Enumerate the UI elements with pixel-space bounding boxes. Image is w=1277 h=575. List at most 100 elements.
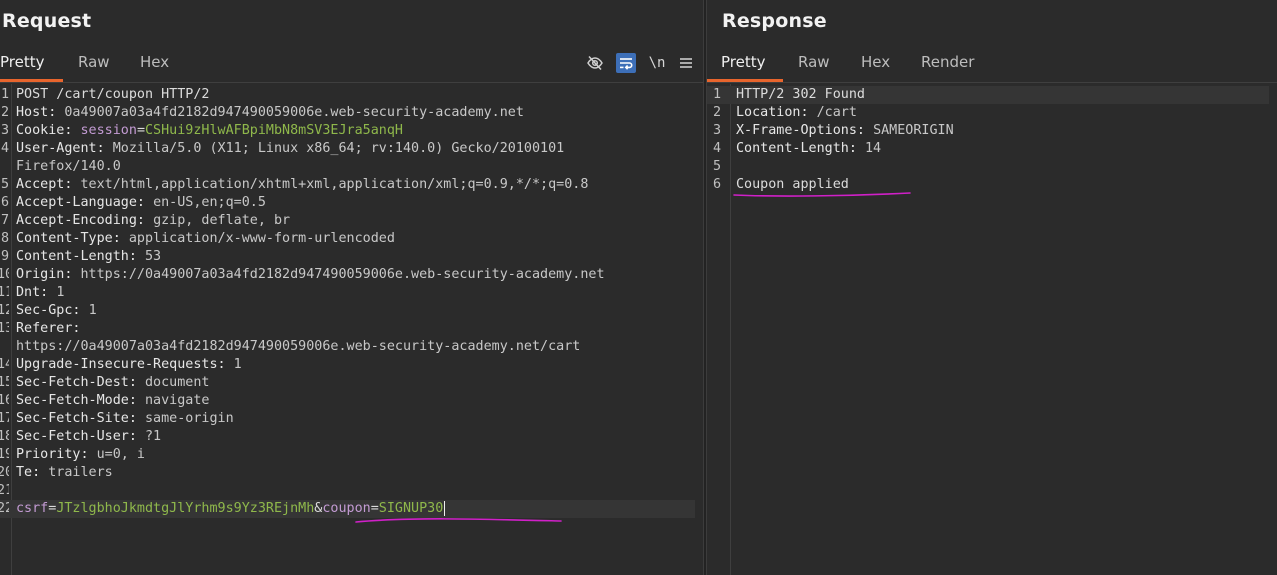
code-token: session: [80, 123, 137, 138]
code-token: Accept-Encoding:: [16, 213, 154, 228]
response-tab-raw[interactable]: Raw: [798, 53, 830, 71]
newline-toggle-icon[interactable]: \n: [647, 53, 667, 73]
line-number: 3: [0, 123, 9, 138]
line-content: POST /cart/coupon HTTP/2: [16, 86, 209, 104]
line-number: 16: [0, 393, 9, 408]
line-content: Sec-Fetch-User: ?1: [16, 428, 161, 446]
line-content: Content-Type: application/x-www-form-url…: [16, 230, 395, 248]
request-code-line[interactable]: 18 Sec-Fetch-User: ?1: [0, 428, 695, 446]
request-code-line[interactable]: 6 Accept-Language: en-US,en;q=0.5: [0, 194, 695, 212]
line-content: Content-Length: 14: [736, 140, 881, 158]
code-token: HTTP/2 302 Found: [736, 87, 865, 102]
request-active-tab-indicator: [0, 79, 63, 82]
code-token: Referer:: [16, 321, 89, 336]
coupon-applied-underline-annotation: [733, 192, 911, 197]
request-code-line[interactable]: 21: [0, 482, 695, 500]
request-code-line[interactable]: 10 Origin: https://0a49007a03a4fd2182d947…: [0, 266, 695, 284]
hide-icon[interactable]: [585, 53, 605, 73]
response-code-line[interactable]: 5: [707, 158, 1269, 176]
code-token: trailers: [48, 465, 113, 480]
code-token: Upgrade-Insecure-Requests:: [16, 357, 234, 372]
response-code-line[interactable]: 2 Location: /cart: [707, 104, 1269, 122]
line-content: Referer:: [16, 320, 89, 338]
request-editor[interactable]: 1 POST /cart/coupon HTTP/2 2 Host: 0a49007a…: [0, 84, 703, 575]
line-content: Sec-Fetch-Mode: navigate: [16, 392, 210, 410]
line-content: Cookie: session=CSHui9zHlwAFBpiMbN8mSV3E…: [16, 122, 403, 140]
request-code-line[interactable]: 16 Sec-Fetch-Mode: navigate: [0, 392, 695, 410]
code-token: Firefox/140.0: [16, 159, 121, 174]
code-token: X-Frame-Options:: [736, 123, 874, 138]
code-token: Content-Type:: [16, 231, 129, 246]
menu-icon[interactable]: [676, 53, 696, 73]
line-number: 15: [0, 375, 9, 390]
line-number: 17: [0, 411, 9, 426]
line-content: Dnt: 1: [16, 284, 64, 302]
response-tab-render[interactable]: Render: [921, 53, 974, 71]
request-code-line[interactable]: 15 Sec-Fetch-Dest: document: [0, 374, 695, 392]
request-code-line[interactable]: 7 Accept-Encoding: gzip, deflate, br: [0, 212, 695, 230]
code-token: Te:: [16, 465, 49, 480]
line-content: Sec-Fetch-Dest: document: [16, 374, 210, 392]
line-number: 2: [0, 105, 9, 120]
response-title: Response: [722, 10, 827, 32]
response-code-line[interactable]: 3 X-Frame-Options: SAMEORIGIN: [707, 122, 1269, 140]
request-code-line[interactable]: 5 Accept: text/html,application/xhtml+xml…: [0, 176, 695, 194]
code-token: Accept:: [16, 177, 81, 192]
request-code-line[interactable]: 20 Te: trailers: [0, 464, 695, 482]
request-code-line[interactable]: 9 Content-Length: 53: [0, 248, 695, 266]
request-code-line[interactable]: 19 Priority: u=0, i: [0, 446, 695, 464]
request-code-line[interactable]: 3 Cookie: session=CSHui9zHlwAFBpiMbN8mSV3…: [0, 122, 695, 140]
request-tab-hex[interactable]: Hex: [140, 53, 169, 71]
request-code-line[interactable]: 13 Referer:: [0, 320, 695, 338]
request-code-line[interactable]: 17 Sec-Fetch-Site: same-origin: [0, 410, 695, 428]
code-token: csrf: [16, 501, 49, 516]
line-number: 6: [0, 195, 9, 210]
request-tab-raw[interactable]: Raw: [78, 53, 110, 71]
code-token: Content-Length:: [16, 249, 145, 264]
response-tab-pretty[interactable]: Pretty: [721, 53, 766, 71]
line-number: 14: [0, 357, 9, 372]
code-token: application/x-www-form-urlencoded: [128, 231, 395, 246]
request-code-line[interactable]: 8 Content-Type: application/x-www-form-ur…: [0, 230, 695, 248]
code-token: JTzlgbhoJkmdtgJlYrhm9s9Yz3REjnMh: [56, 501, 315, 516]
request-code-line[interactable]: 11 Dnt: 1: [0, 284, 695, 302]
request-code-line[interactable]: 4 User-Agent: Mozilla/5.0 (X11; Linux x86…: [0, 140, 695, 158]
line-content: Accept: text/html,application/xhtml+xml,…: [16, 176, 588, 194]
line-number: 11: [0, 285, 9, 300]
wrap-lines-icon[interactable]: [616, 53, 636, 73]
code-token: https://0a49007a03a4fd2182d947490059006e…: [16, 339, 581, 354]
code-token: Accept-Language:: [16, 195, 154, 210]
request-title: Request: [2, 10, 92, 32]
code-token: Priority:: [16, 447, 97, 462]
request-code-line[interactable]: https://0a49007a03a4fd2182d947490059006e…: [0, 338, 695, 356]
code-token: CSHui9zHlwAFBpiMbN8mSV3EJra5anqH: [145, 123, 403, 138]
line-number: 6: [712, 177, 721, 192]
line-content: Sec-Gpc: 1: [16, 302, 97, 320]
response-code-line[interactable]: 1 HTTP/2 302 Found: [707, 86, 1269, 104]
request-code-line[interactable]: 22csrf=JTzlgbhoJkmdtgJlYrhm9s9Yz3REjnMh&…: [0, 500, 695, 518]
line-content: Sec-Fetch-Site: same-origin: [16, 410, 234, 428]
request-code-line[interactable]: 14 Upgrade-Insecure-Requests: 1: [0, 356, 695, 374]
response-tab-hex[interactable]: Hex: [861, 53, 890, 71]
code-token: 1: [233, 357, 242, 372]
line-number: 1: [0, 87, 9, 102]
line-content: Priority: u=0, i: [16, 446, 145, 464]
request-code-line[interactable]: Firefox/140.0: [0, 158, 695, 176]
code-token: text/html,application/xhtml+xml,applicat…: [80, 177, 589, 192]
code-token: gzip, deflate, br: [153, 213, 291, 228]
code-token: same-origin: [145, 411, 234, 426]
request-code-line[interactable]: 1 POST /cart/coupon HTTP/2: [0, 86, 695, 104]
code-token: Content-Length:: [736, 141, 865, 156]
request-code-line[interactable]: 2 Host: 0a49007a03a4fd2182d947490059006e.…: [0, 104, 695, 122]
code-token: u=0, i: [96, 447, 145, 462]
code-token: SAMEORIGIN: [873, 123, 954, 138]
line-content: Firefox/140.0: [16, 158, 121, 176]
code-token: Mozilla/5.0 (X11; Linux x86_64; rv:140.0…: [112, 141, 565, 156]
response-code-line[interactable]: 4 Content-Length: 14: [707, 140, 1269, 158]
line-content: Upgrade-Insecure-Requests: 1: [16, 356, 242, 374]
line-number: 13: [0, 321, 9, 336]
request-code-line[interactable]: 12 Sec-Gpc: 1: [0, 302, 695, 320]
request-tab-pretty[interactable]: Pretty: [0, 53, 45, 71]
code-token: 14: [865, 141, 882, 156]
response-editor[interactable]: 1 HTTP/2 302 Found 2 Location: /cart 3 X-Fram…: [707, 84, 1277, 575]
